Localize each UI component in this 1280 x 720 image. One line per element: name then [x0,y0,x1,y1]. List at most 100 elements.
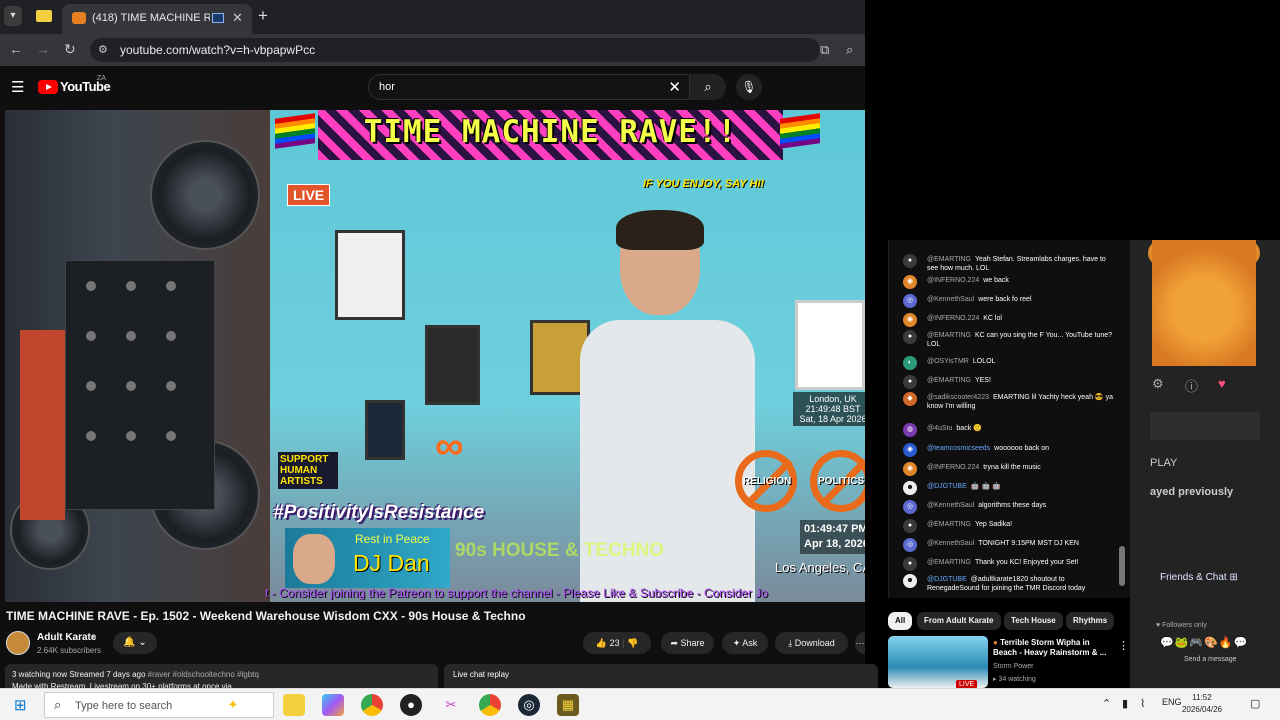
red-fx-unit [20,330,65,520]
url-field[interactable]: ⚙ youtube.com/watch?v=h-vbpapwPcc [90,38,820,62]
steam-icon[interactable]: ◎ [518,694,540,716]
tab-close-icon[interactable]: ✕ [232,10,243,26]
search-icon: ⌕ [704,79,712,94]
mixer [65,260,215,510]
emoji-row[interactable]: 💬🐸🎮🎨🔥💬 [1160,636,1248,649]
heart-icon[interactable]: ♥ [1218,376,1226,391]
address-bar-row: ← → ↻ ⚙ youtube.com/watch?v=h-vbpapwPcc … [0,34,865,66]
search-button[interactable]: ⌕ [690,74,726,100]
wall-portrait [425,325,480,405]
more-icon: ⋯ [855,638,865,648]
overlay-la-clock: 01:49:47 PM Apr 18, 2026 [800,520,865,554]
chat-avatar: ● [903,375,917,389]
browser-window: ▾ (418) TIME MACHINE RAVE ✕ + ← → ↻ ⚙ yo… [0,0,865,688]
video-player[interactable]: TIME MACHINE RAVE!! LIVE IF YOU ENJOY, S… [5,110,865,602]
wall-poster [335,230,405,320]
file-explorer-icon[interactable] [283,694,305,716]
followers-only: ♥ Followers only [1156,622,1207,629]
politics-label: POLITICS [818,476,865,487]
subscriber-count: 2.64K subscribers [37,646,102,655]
chat-avatar: ☻ [903,574,917,588]
youtube-favicon-icon [72,12,86,24]
overlay-ticker: t - Consider joining the Patreon to supp… [265,586,768,600]
snipping-tool-icon[interactable]: ✂ [440,694,462,716]
download-icon: ⤓ [788,638,793,648]
chrome-icon[interactable] [361,694,383,716]
more-actions-button[interactable]: ⋯ [855,632,865,654]
thumbs-up-icon[interactable]: 👍 [596,638,607,648]
overlay-hashtag: #PositivityIsResistance [273,502,485,523]
chat-avatar: ● [903,519,917,533]
chip-tech-house[interactable]: Tech House [1004,612,1063,630]
recommendation-title[interactable]: ● Terrible Storm Wipha in Beach - Heavy … [993,638,1111,658]
channel-avatar[interactable] [6,631,30,655]
windows-start-icon[interactable]: ⊞ [14,696,27,714]
clear-search-icon[interactable]: ✕ [668,78,681,96]
folder-tab-icon[interactable] [36,10,52,22]
notification-icon[interactable]: ▢ [1250,697,1260,710]
friends-chat-button[interactable]: Friends & Chat ⊞ [1160,572,1238,583]
pride-flag-left-icon [275,113,315,149]
back-arrow-icon[interactable]: ← [9,41,23,57]
microphone-icon: 🎙 [741,80,757,94]
side-input[interactable] [1150,412,1260,440]
description-tags: #raver #oldschooltechno #lgbtq [147,670,259,679]
info-icon[interactable]: ⓘ [1185,376,1198,395]
overlay-london-clock: London, UK 21:49:48 BST Sat, 18 Apr 2026 [793,392,865,426]
chip-from-channel[interactable]: From Adult Karate [917,612,1001,630]
battery-icon[interactable]: ▮ [1122,697,1128,710]
live-dot-icon: ● [993,638,998,647]
copilot-sparkle-icon[interactable]: ✦ [222,694,244,716]
github-icon[interactable]: ● [400,694,422,716]
recommendation-more-icon[interactable]: ⋮ [1118,639,1129,652]
chat-avatar: ◎ [903,538,917,552]
overlay-banner-title: TIME MACHINE RAVE!! [363,114,738,150]
menu-icon[interactable]: ☰ [11,78,24,96]
played-previously: ayed previously [1150,486,1234,498]
download-button[interactable]: ⤓ Download [775,632,848,654]
open-in-window-icon[interactable]: ⧉ [820,42,829,58]
game-app-icon[interactable]: ▦ [557,694,579,716]
gear-icon[interactable]: ⚙ [1152,376,1164,392]
like-dislike-group: 👍 23 | 👎 [583,632,651,654]
chat-avatar: ◆ [903,392,917,406]
tab-youtube[interactable]: (418) TIME MACHINE RAVE ✕ [62,4,252,34]
infinity-sign-icon: ∞ [435,424,464,468]
chat-scrollbar[interactable] [1119,546,1125,586]
ask-button[interactable]: ✦ Ask [722,632,768,654]
chip-rhythms[interactable]: Rhythms [1066,612,1115,630]
streamlabs-side-overlay: ⚙ ⓘ ♥ PLAY ayed previously Friends & Cha… [1130,240,1280,688]
description-stats: 3 watching now Streamed 7 days ago [12,670,146,679]
send-message-field[interactable]: Send a message [1184,656,1237,663]
new-tab-button[interactable]: + [258,6,268,26]
chat-avatar: ◉ [903,462,917,476]
notification-bell-button[interactable]: 🔔 ⌄ [113,632,157,654]
overlay-live-badge: LIVE [287,184,331,206]
tray-chevron-icon[interactable]: ⌃ [1102,697,1111,710]
recommendation-channel[interactable]: Storm Power [993,663,1033,670]
voice-search-button[interactable]: 🎙 [736,74,762,100]
zoom-icon[interactable]: ⌕ [846,42,853,58]
reload-icon[interactable]: ↻ [64,41,76,58]
site-info-icon[interactable]: ⚙ [98,43,108,56]
search-icon: ⌕ [54,697,62,712]
url-text: youtube.com/watch?v=h-vbpapwPcc [120,43,316,57]
chip-all[interactable]: All [888,612,913,630]
forward-arrow-icon[interactable]: → [36,41,50,57]
thumbs-down-icon[interactable]: 👎 [627,638,638,648]
channel-name[interactable]: Adult Karate [37,632,96,643]
taskbar-clock[interactable]: 11:52 2026/04/26 [1178,692,1226,716]
chat-avatar: ◉ [903,275,917,289]
search-input[interactable]: hor ✕ [368,74,690,100]
like-count[interactable]: 23 [610,638,620,648]
tab-search-menu-icon[interactable]: ▾ [4,6,22,26]
copilot-app-icon[interactable] [322,694,344,716]
sparkle-icon: ✦ [732,638,741,648]
youtube-logo-icon[interactable] [38,80,58,94]
overlay-la-city: Los Angeles, CA [775,560,865,575]
pixel-cat-icon [795,300,865,390]
network-icon[interactable]: ⌇ [1140,697,1145,710]
youtube-header: ☰ YouTube ZA hor ✕ ⌕ 🎙 [0,66,865,108]
chrome-profile-icon[interactable] [479,694,501,716]
share-button[interactable]: ➦ Share [661,632,714,654]
